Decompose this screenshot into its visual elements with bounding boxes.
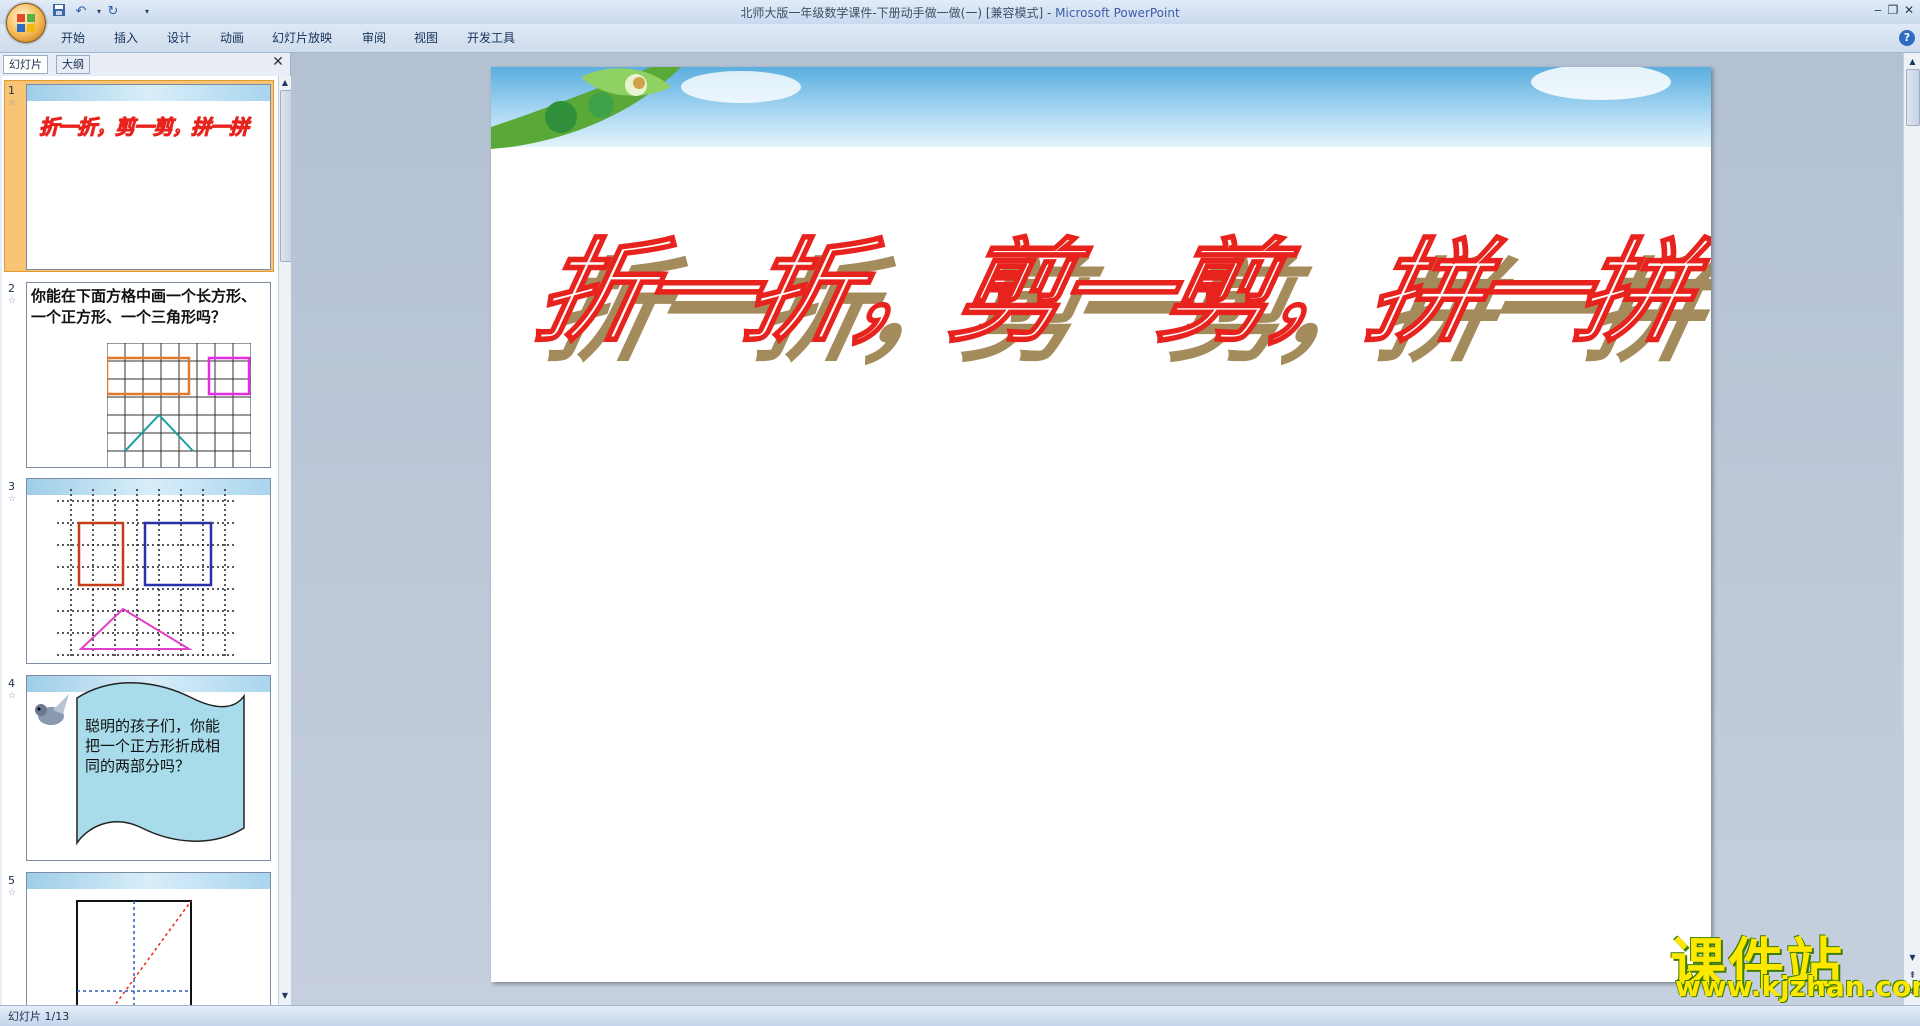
help-icon[interactable]: ? (1899, 30, 1915, 46)
animation-star-icon: ☆ (8, 691, 17, 701)
slide-title[interactable]: 折一折，剪一剪，拼一拼 (524, 202, 1702, 364)
office-button[interactable] (6, 3, 46, 43)
thumbnail-slide-5[interactable] (26, 872, 271, 1005)
watermark-url: www.kjzhan.com (1675, 970, 1920, 1003)
thumbnail-number: 4 (8, 677, 15, 690)
animation-star-icon: ☆ (8, 494, 17, 504)
thumbnail-scrollbar[interactable]: ▲ ▼ (278, 76, 292, 1005)
thumbnail-banner (27, 873, 270, 889)
dotted-grid-figure (57, 489, 237, 659)
thumbnail-banner (27, 85, 270, 101)
window-title: 北师大版一年级数学课件-下册动手做一做(一) [兼容模式] - Microsof… (0, 4, 1920, 21)
document-title: 北师大版一年级数学课件-下册动手做一做(一) [兼容模式] (740, 6, 1044, 20)
thumbnail-question-text: 聪明的孩子们，你能把一个正方形折成相同的两部分吗？ (85, 717, 221, 775)
close-button[interactable]: ✕ (1896, 1, 1920, 19)
scroll-down-icon[interactable]: ▼ (1907, 953, 1918, 963)
office-logo-icon (17, 14, 35, 32)
scroll-down-icon[interactable]: ▼ (280, 991, 290, 1001)
thumbnail-title: 折一折，剪一剪，拼一拼 (39, 115, 250, 140)
thumbnail-slide-4[interactable]: 聪明的孩子们，你能把一个正方形折成相同的两部分吗？ (26, 675, 271, 861)
app-name: Microsoft PowerPoint (1055, 6, 1180, 20)
scroll-up-icon[interactable]: ▲ (280, 78, 290, 88)
grid-figure (107, 343, 251, 467)
tab-slides[interactable]: 幻灯片 (3, 55, 48, 74)
slide-scrollbar[interactable]: ▲ ▼ ⇞ ⇟ (1903, 53, 1920, 1005)
slide-counter: 幻灯片 1/13 (8, 1010, 70, 1023)
thumbnail-number: 2 (8, 282, 15, 295)
tab-outline[interactable]: 大纲 (56, 55, 90, 74)
thumbnail-number: 5 (8, 874, 15, 887)
animation-star-icon: ☆ (8, 888, 17, 898)
tab-developer[interactable]: 开发工具 (467, 29, 515, 47)
thumbnail-slide-2[interactable]: 你能在下面方格中画一个长方形、一个正方形、一个三角形吗？ (26, 282, 271, 468)
tab-insert[interactable]: 插入 (114, 29, 138, 47)
animation-star-icon: ☆ (8, 98, 17, 108)
square-fold-figure (76, 900, 192, 1005)
tab-home[interactable]: 开始 (61, 29, 85, 47)
tab-animation[interactable]: 动画 (220, 29, 244, 47)
pane-close-icon[interactable]: ✕ (271, 55, 285, 69)
thumbnail-question-text: 你能在下面方格中画一个长方形、一个正方形、一个三角形吗？ (31, 287, 257, 326)
title-separator: - (1043, 6, 1056, 20)
tab-review[interactable]: 审阅 (362, 29, 386, 47)
thumbnail-list: 1 ☆ 折一折，剪一剪，拼一拼 2 ☆ 你能在下面方格中画一个长方形、一个正方形… (2, 76, 278, 1005)
current-slide[interactable]: 折一折，剪一剪，拼一拼 折一折，剪一剪，拼一拼 (491, 67, 1711, 982)
tab-slideshow[interactable]: 幻灯片放映 (272, 29, 332, 47)
slide-header-art (491, 67, 1671, 149)
scroll-up-icon[interactable]: ▲ (1907, 57, 1918, 67)
scroll-thumb[interactable] (1906, 69, 1920, 126)
thumbnail-slide-1[interactable]: 折一折，剪一剪，拼一拼 (26, 84, 271, 270)
tab-design[interactable]: 设计 (167, 29, 191, 47)
thumbnail-slide-3[interactable] (26, 478, 271, 664)
status-bar (0, 1005, 1920, 1026)
bird-icon (35, 694, 69, 725)
thumbnail-number: 1 (8, 84, 15, 97)
animation-star-icon: ☆ (8, 296, 17, 306)
tab-view[interactable]: 视图 (414, 29, 438, 47)
thumbnail-number: 3 (8, 480, 15, 493)
